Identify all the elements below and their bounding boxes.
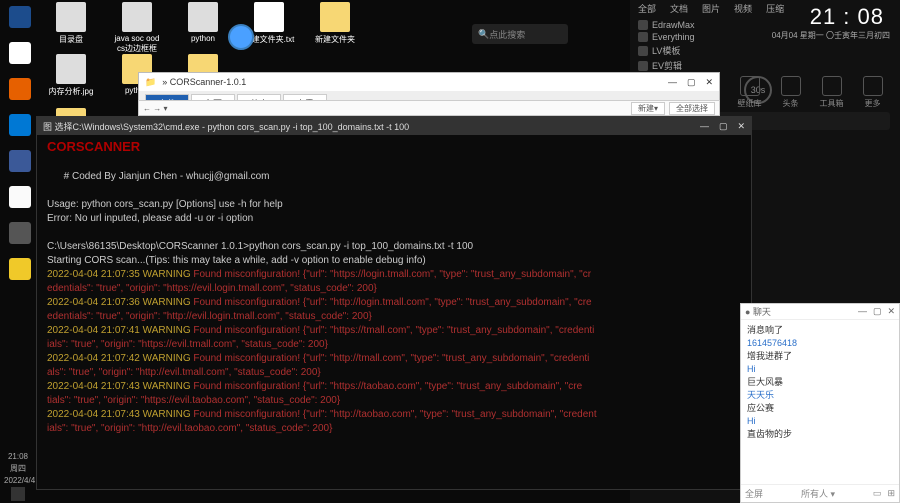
- chat-line: 巨大风暴: [747, 376, 893, 389]
- ascii-banner: CORSCANNER: [47, 139, 140, 154]
- select-all-button[interactable]: 全部选择: [669, 102, 715, 115]
- terminal-line: 2022-04-04 21:07:36 WARNING: [47, 297, 193, 308]
- system-clock-area: 21:08 周四 2022/4/4: [0, 439, 36, 503]
- chat-fullscreen[interactable]: 全屏: [745, 487, 763, 500]
- chat-titlebar[interactable]: ● 聊天 — ▢ ✕: [741, 304, 899, 320]
- edge-icon[interactable]: [9, 6, 31, 28]
- chat-line: 直齿物的步: [747, 428, 893, 441]
- chat-line[interactable]: Hi: [747, 415, 893, 428]
- terminal-line: ials": "true", "origin": "https://evil.t…: [47, 339, 328, 350]
- close-icon[interactable]: ✕: [887, 306, 895, 317]
- tab-doc[interactable]: 文档: [670, 2, 688, 15]
- launcher-column: [0, 0, 40, 503]
- chat-line: 应公赛: [747, 402, 893, 415]
- taskbar-date: 2022/4/4: [4, 476, 32, 485]
- app-icon: [638, 46, 648, 56]
- chat-line[interactable]: 天天乐: [747, 389, 893, 402]
- taskbar-time: 21:08: [4, 452, 32, 461]
- maximize-icon[interactable]: ▢: [873, 306, 882, 317]
- tool-wallpaper[interactable]: 壁纸库: [738, 76, 762, 109]
- terminal-line: Starting CORS scan...(Tips: this may tak…: [47, 255, 426, 266]
- terminal-line: Usage: python cors_scan.py [Options] use…: [47, 199, 283, 210]
- terminal-line: # Coded By Jianjun Chen - whucjj@gmail.c…: [64, 171, 270, 182]
- chat-line[interactable]: Hi: [747, 363, 893, 376]
- terminal-window[interactable]: 图 选择C:\Windows\System32\cmd.exe - python…: [36, 116, 752, 490]
- terminal-line: 2022-04-04 21:07:35 WARNING: [47, 269, 193, 280]
- maximize-icon[interactable]: ▢: [687, 77, 696, 88]
- assistant-button[interactable]: [228, 24, 254, 50]
- clock-date: 04月04 星期一 〇壬寅年三月初四: [772, 30, 890, 41]
- desktop: 目录盘 java soc ood cs边边框框版-2.0.0 python 新建…: [0, 0, 900, 503]
- terminal-line: Found misconfiguration! {"url": "https:/…: [193, 381, 582, 392]
- chat-line: 增我进群了: [747, 350, 893, 363]
- terminal-line: 2022-04-04 21:07:42 WARNING: [47, 353, 193, 364]
- tool-box[interactable]: 工具箱: [820, 76, 844, 109]
- new-dropdown[interactable]: 新建▾: [631, 102, 665, 115]
- app-icon: [638, 32, 648, 42]
- terminal-line: 2022-04-04 21:07:43 WARNING: [47, 409, 193, 420]
- explorer-toolbar: ← → ▾ 新建▾ 全部选择: [138, 100, 720, 116]
- chat-line: 消息响了: [747, 324, 893, 337]
- chat-icon[interactable]: ⊞: [887, 488, 895, 499]
- firefox-icon[interactable]: [9, 78, 31, 100]
- tool-more[interactable]: 更多: [863, 76, 883, 109]
- chat-line[interactable]: 1614576418: [747, 337, 893, 350]
- list-item[interactable]: LV模板: [638, 43, 892, 58]
- minimize-icon[interactable]: —: [668, 77, 677, 88]
- nav-arrows[interactable]: ← → ▾: [143, 104, 167, 113]
- terminal-line: 2022-04-04 21:07:43 WARNING: [47, 381, 193, 392]
- list-item[interactable]: EV剪辑: [638, 58, 892, 73]
- terminal-output[interactable]: CORSCANNER # Coded By Jianjun Chen - whu…: [37, 135, 751, 442]
- taskbar-day: 周四: [4, 463, 32, 474]
- show-desktop-button[interactable]: [11, 487, 25, 501]
- terminal-line: als": "true", "origin": "http://evil.tma…: [47, 367, 321, 378]
- app-icon[interactable]: [9, 186, 31, 208]
- folder-icon: 📁: [145, 77, 156, 88]
- explorer-titlebar[interactable]: 📁 » CORScanner-1.0.1 — ▢ ✕: [139, 73, 719, 91]
- terminal-line: Found misconfiguration! {"url": "http://…: [193, 409, 596, 420]
- search-input[interactable]: 🔍 点此搜索: [472, 24, 568, 44]
- minimize-icon[interactable]: —: [700, 121, 709, 132]
- chat-footer: 全屏 所有人 ▾ ▭ ⊞: [741, 484, 899, 502]
- tab-img[interactable]: 图片: [702, 2, 720, 15]
- terminal-line: Found misconfiguration! {"url": "https:/…: [193, 325, 594, 336]
- app-icon[interactable]: [9, 150, 31, 172]
- terminal-line: C:\Users\86135\Desktop\CORScanner 1.0.1>…: [47, 241, 473, 252]
- desktop-file[interactable]: 内存分析.jpg: [44, 54, 98, 97]
- close-icon[interactable]: ✕: [737, 121, 745, 132]
- tool-news[interactable]: 头条: [781, 76, 801, 109]
- terminal-line: Found misconfiguration! {"url": "https:/…: [193, 269, 591, 280]
- minimize-icon[interactable]: —: [858, 306, 867, 317]
- terminal-titlebar[interactable]: 图 选择C:\Windows\System32\cmd.exe - python…: [37, 117, 751, 135]
- window-title: » CORScanner-1.0.1: [162, 77, 246, 87]
- app-icon: [638, 20, 648, 30]
- close-icon[interactable]: ✕: [705, 77, 713, 88]
- chat-messages: 消息响了 1614576418 增我进群了 Hi 巨大风暴 天天乐 应公赛 Hi…: [741, 320, 899, 484]
- clock-time: 21 : 08: [810, 4, 884, 30]
- clock: 21 : 08 04月04 星期一 〇壬寅年三月初四: [772, 4, 890, 41]
- desktop-file[interactable]: 新建文件夹: [308, 2, 362, 65]
- maximize-icon[interactable]: ▢: [719, 121, 728, 132]
- chat-title-label: ● 聊天: [745, 305, 771, 318]
- app-icon[interactable]: [9, 222, 31, 244]
- terminal-line: edentials": "true", "origin": "https://e…: [47, 283, 377, 294]
- chat-audience-dropdown[interactable]: 所有人 ▾: [801, 487, 835, 500]
- terminal-line: ials": "true", "origin": "http://evil.ta…: [47, 423, 332, 434]
- chat-popup[interactable]: ● 聊天 — ▢ ✕ 消息响了 1614576418 增我进群了 Hi 巨大风暴…: [740, 303, 900, 503]
- tab-all[interactable]: 全部: [638, 2, 656, 15]
- window-title: 图 选择C:\Windows\System32\cmd.exe - python…: [43, 120, 409, 133]
- terminal-line: Error: No url inputed, please add -u or …: [47, 213, 253, 224]
- vscode-icon[interactable]: [9, 114, 31, 136]
- terminal-line: Found misconfiguration! {"url": "http://…: [193, 353, 589, 364]
- terminal-line: edentials": "true", "origin": "http://ev…: [47, 311, 372, 322]
- terminal-line: tials": "true", "origin": "https://evil.…: [47, 395, 340, 406]
- app-icon[interactable]: [9, 258, 31, 280]
- app-icon: [638, 61, 648, 71]
- chat-icon[interactable]: ▭: [873, 488, 882, 499]
- terminal-line: 2022-04-04 21:07:41 WARNING: [47, 325, 193, 336]
- chrome-icon[interactable]: [9, 42, 31, 64]
- tab-video[interactable]: 视频: [734, 2, 752, 15]
- terminal-line: Found misconfiguration! {"url": "http://…: [193, 297, 591, 308]
